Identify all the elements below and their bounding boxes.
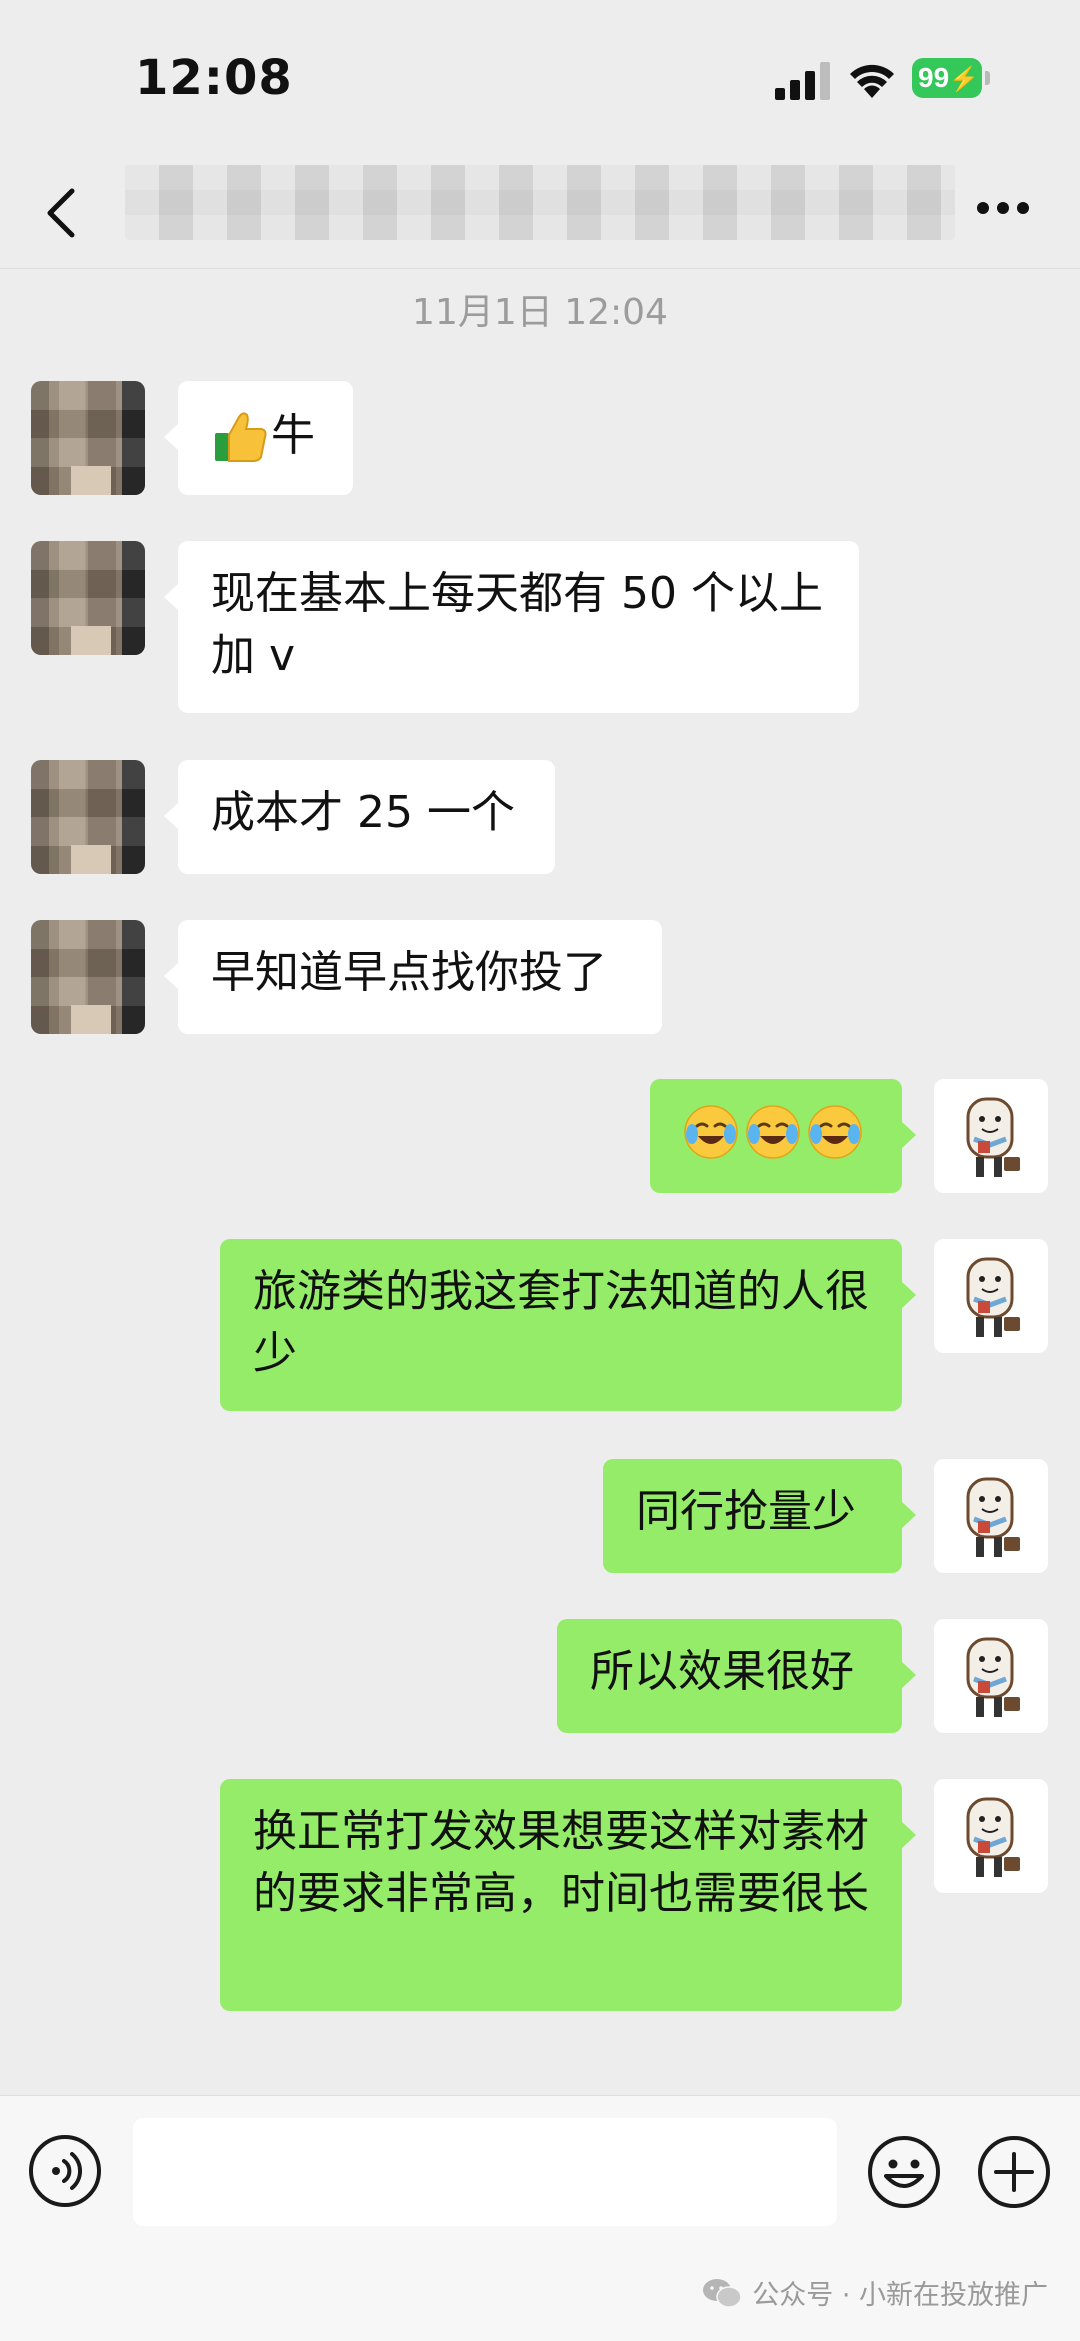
status-time: 12:08 [135, 50, 293, 106]
cellular-signal-icon [775, 62, 830, 100]
watermark: 公众号 · 小新在投放推广 [702, 2273, 1048, 2312]
message-text: 换正常打发效果想要这样对素材的要求非常高，时间也需要很长 [253, 1806, 869, 1919]
outgoing-message-bubble[interactable] [650, 1079, 916, 1193]
outgoing-message-bubble[interactable]: 换正常打发效果想要这样对素材的要求非常高，时间也需要很长 [220, 1779, 916, 2011]
emoji-row [683, 1101, 869, 1163]
message-text: 同行抢量少 [636, 1486, 856, 1537]
voice-input-icon[interactable] [28, 2134, 102, 2208]
message-text: 早知道早点找你投了 [211, 947, 607, 998]
message-timestamp: 11月1日 12:04 [412, 292, 668, 333]
crying-laughing-face-icon [684, 1105, 738, 1159]
my-avatar[interactable] [934, 1079, 1048, 1193]
cartoon-character-icon [966, 1797, 1020, 1877]
ellipsis-icon[interactable] [975, 200, 1031, 216]
outgoing-message-bubble[interactable]: 同行抢量少 [603, 1459, 916, 1573]
outgoing-message-bubble[interactable]: 所以效果很好 [557, 1619, 916, 1733]
wifi-icon [850, 64, 894, 98]
chat-screen: 12:08 99⚡ 11月1日 12:04 牛 现在基本上每天都有 50 个以上… [0, 0, 1080, 2341]
crying-laughing-face-icon [746, 1105, 800, 1159]
contact-avatar[interactable] [31, 541, 145, 655]
contact-avatar[interactable] [31, 920, 145, 1034]
charging-bolt-icon: ⚡ [949, 66, 980, 93]
battery-cap [985, 71, 990, 85]
wechat-logo-icon [703, 2278, 742, 2308]
watermark-text: 公众号 · 小新在投放推广 [752, 2280, 1048, 2311]
plus-circle-icon[interactable] [976, 2134, 1052, 2210]
chat-title-blurred [125, 165, 955, 240]
my-avatar[interactable] [934, 1239, 1048, 1353]
crying-laughing-face-icon [808, 1105, 862, 1159]
outgoing-message-bubble[interactable]: 旅游类的我这套打法知道的人很少 [220, 1239, 916, 1411]
incoming-message-bubble[interactable]: 成本才 25 一个 [164, 760, 555, 874]
thumbs-up-icon [215, 412, 267, 462]
cartoon-character-icon [966, 1257, 1020, 1337]
contact-avatar[interactable] [31, 381, 145, 495]
my-avatar[interactable] [934, 1459, 1048, 1573]
cartoon-character-icon [966, 1097, 1020, 1177]
message-text: 现在基本上每天都有 50 个以上加 v [211, 568, 823, 681]
emoji-smile-icon[interactable] [866, 2134, 942, 2210]
message-input[interactable] [133, 2118, 837, 2226]
battery-indicator: 99⚡ [912, 58, 992, 98]
status-bar: 12:08 99⚡ [0, 0, 1080, 150]
incoming-message-bubble[interactable]: 现在基本上每天都有 50 个以上加 v [164, 541, 859, 713]
message-text: 成本才 25 一个 [211, 787, 515, 838]
message-text: 牛 [271, 410, 315, 461]
my-avatar[interactable] [934, 1619, 1048, 1733]
chevron-left-icon[interactable] [40, 185, 84, 241]
cartoon-character-icon [966, 1477, 1020, 1557]
battery-level: 99⚡ [912, 58, 982, 98]
battery-percent: 99 [918, 62, 950, 93]
message-input-bar: 公众号 · 小新在投放推广 [0, 2095, 1080, 2341]
my-avatar[interactable] [934, 1779, 1048, 1893]
message-text: 所以效果很好 [590, 1646, 854, 1697]
message-text: 旅游类的我这套打法知道的人很少 [253, 1266, 869, 1379]
incoming-message-bubble[interactable]: 牛 [164, 381, 353, 495]
contact-avatar[interactable] [31, 760, 145, 874]
chat-header [0, 150, 1080, 269]
cartoon-character-icon [966, 1637, 1020, 1717]
incoming-message-bubble[interactable]: 早知道早点找你投了 [164, 920, 662, 1034]
